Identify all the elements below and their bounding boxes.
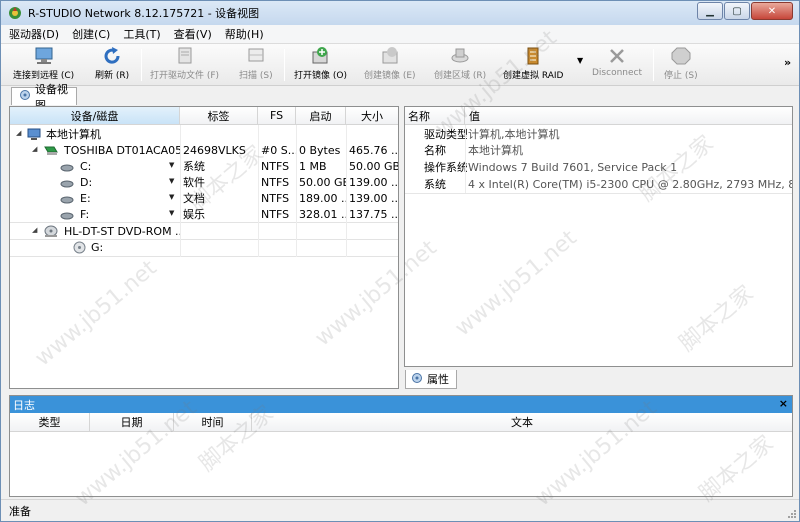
properties-pane: 名称 值 驱动类型 计算机,本地计算机 名称 本地计算机 操作系统 Window… (404, 106, 793, 367)
log-close-icon[interactable]: × (779, 397, 788, 410)
column-header-value[interactable]: 值 (465, 107, 792, 125)
column-header-device[interactable]: 设备/磁盘 (10, 107, 180, 125)
partition-icon (60, 194, 74, 207)
log-title-bar: 日志 × (10, 396, 792, 413)
network-computer-icon (33, 46, 55, 66)
table-row[interactable]: D: ▼ 软件 NTFS 50.00 GB 139.00 ... (10, 175, 398, 191)
row-dropdown-icon[interactable]: ▼ (169, 193, 174, 201)
partition-icon (60, 178, 74, 191)
menu-create[interactable]: 创建(C) (72, 26, 110, 42)
close-button[interactable]: ✕ (751, 2, 793, 20)
status-text: 准备 (9, 504, 31, 518)
view-tab-row: 设备视图 (1, 83, 799, 112)
property-row[interactable]: 系统 4 x Intel(R) Core(TM) i5-2300 CPU @ 2… (405, 177, 792, 193)
log-column-date[interactable]: 日期 (90, 413, 174, 432)
table-row[interactable]: C: ▼ 系统 NTFS 1 MB 50.00 GB (10, 159, 398, 175)
stop-button[interactable]: 停止 (S) (664, 46, 698, 84)
menu-drive[interactable]: 驱动器(D) (9, 26, 59, 42)
menu-view[interactable]: 查看(V) (174, 26, 212, 42)
device-view-icon (19, 89, 32, 104)
open-drive-files-button[interactable]: 打开驱动文件 (F) (150, 46, 219, 84)
partition-icon (60, 162, 74, 175)
refresh-icon (101, 46, 123, 66)
column-header-label[interactable]: 标签 (180, 107, 258, 125)
row-dropdown-icon[interactable]: ▼ (169, 209, 174, 217)
table-row[interactable]: F: ▼ 娱乐 NTFS 328.01 ... 137.75 ... (10, 207, 398, 223)
connect-remote-button[interactable]: 连接到远程 (C) (13, 46, 74, 84)
column-header-size[interactable]: 大小 (346, 107, 398, 125)
raid-icon (522, 46, 544, 66)
table-row[interactable]: ◢ TOSHIBA DT01ACA05... 24698VLKS #0 S...… (10, 143, 398, 159)
tab-properties[interactable]: 属性 (405, 370, 457, 389)
menu-bar: 驱动器(D) 创建(C) 工具(T) 查看(V) 帮助(H) (1, 25, 799, 44)
column-header-name[interactable]: 名称 (405, 107, 465, 125)
maximize-button[interactable]: ▢ (724, 2, 750, 20)
status-bar: 准备 (1, 499, 799, 521)
table-row[interactable]: ◢ 本地计算机 (10, 127, 398, 143)
create-image-button[interactable]: 创建镜像 (E) (364, 46, 416, 84)
drive-files-icon (174, 46, 196, 66)
disconnect-icon (606, 46, 628, 66)
disconnect-button[interactable]: Disconnect (592, 46, 642, 84)
device-tree-table: 设备/磁盘 标签 FS 启动 大小 ◢ 本地计算机 ◢ TOSHIBA DT01… (9, 106, 399, 389)
maximize-icon: ▢ (732, 5, 742, 17)
collapse-arrow-icon[interactable]: ◢ (32, 226, 37, 234)
column-header-start[interactable]: 启动 (296, 107, 346, 125)
computer-icon (27, 128, 41, 144)
property-row[interactable]: 名称 本地计算机 (405, 143, 792, 159)
create-region-button[interactable]: 创建区域 (R) (434, 46, 486, 84)
menu-tools[interactable]: 工具(T) (123, 26, 160, 42)
open-image-icon (309, 46, 331, 66)
property-row[interactable]: 操作系统 Windows 7 Build 7601, Service Pack … (405, 160, 792, 176)
close-icon: ✕ (767, 5, 777, 17)
create-virtual-raid-button[interactable]: 创建虚拟 RAID (503, 46, 564, 84)
row-dropdown-icon[interactable]: ▼ (169, 161, 174, 169)
log-pane: 日志 × 类型 日期 时间 文本 (9, 395, 793, 497)
raid-dropdown-arrow-icon[interactable]: ▼ (577, 56, 583, 65)
window-title: R-STUDIO Network 8.12.175721 - 设备视图 (28, 7, 260, 20)
toolbar-overflow-button[interactable]: » (784, 56, 791, 69)
scan-icon (245, 46, 267, 66)
table-row[interactable]: ◢ HL-DT-ST DVD-ROM ... (10, 224, 398, 240)
collapse-arrow-icon[interactable]: ◢ (32, 145, 37, 153)
column-header-fs[interactable]: FS (258, 107, 296, 125)
log-column-time[interactable]: 时间 (174, 413, 252, 432)
log-column-type[interactable]: 类型 (10, 413, 90, 432)
minimize-icon: ▁ (706, 5, 714, 17)
open-image-button[interactable]: 打开镜像 (O) (294, 46, 347, 84)
log-column-text[interactable]: 文本 (252, 413, 792, 432)
scan-button[interactable]: 扫描 (S) (239, 46, 273, 84)
property-row[interactable]: 驱动类型 计算机,本地计算机 (405, 127, 792, 143)
table-row[interactable]: E: ▼ 文档 NTFS 189.00 ... 139.00 ... (10, 191, 398, 207)
title-bar[interactable]: R-STUDIO Network 8.12.175721 - 设备视图 ▁ ▢ … (1, 1, 799, 25)
collapse-arrow-icon[interactable]: ◢ (16, 129, 21, 137)
create-region-icon (449, 46, 471, 66)
table-row[interactable]: G: (10, 240, 398, 256)
tab-device-view[interactable]: 设备视图 (11, 83, 77, 112)
create-image-icon (379, 46, 401, 66)
refresh-button[interactable]: 刷新 (R) (95, 46, 129, 84)
properties-icon (411, 372, 424, 387)
toolbar: 连接到远程 (C) 刷新 (R) 打开驱动文件 (F) 扫描 (S) 打开镜像 … (1, 44, 799, 86)
minimize-button[interactable]: ▁ (697, 2, 723, 20)
resize-grip-icon[interactable] (787, 509, 797, 519)
hard-disk-icon (43, 144, 59, 160)
app-logo-icon (7, 5, 23, 21)
row-dropdown-icon[interactable]: ▼ (169, 177, 174, 185)
menu-help[interactable]: 帮助(H) (225, 26, 264, 42)
optical-disc-icon (73, 241, 86, 257)
stop-icon (670, 46, 692, 66)
app-window: R-STUDIO Network 8.12.175721 - 设备视图 ▁ ▢ … (0, 0, 800, 522)
